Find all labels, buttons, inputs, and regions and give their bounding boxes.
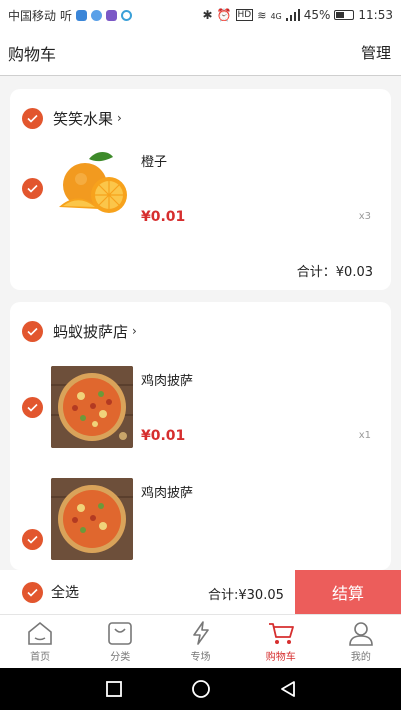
status-left: 中国移动 听 bbox=[8, 7, 133, 24]
app2-notification-icon bbox=[106, 9, 118, 21]
check-icon bbox=[27, 535, 38, 544]
checkout-button[interactable]: 结算 bbox=[295, 570, 401, 614]
cart-item: 鸡肉披萨 ¥0.01 x1 bbox=[22, 366, 377, 448]
status-bar: 中国移动 听 ✱ ⏰ HD ≋ 4G 45% 11:53 bbox=[0, 0, 401, 30]
item-quantity: x3 bbox=[358, 211, 371, 222]
item-info: 鸡肉披萨 bbox=[141, 478, 377, 560]
orange-image[interactable] bbox=[51, 147, 133, 229]
item-checkbox[interactable] bbox=[22, 528, 43, 550]
carrier-label: 中国移动 bbox=[8, 8, 57, 23]
item-name[interactable]: 橙子 bbox=[141, 151, 167, 170]
store-header: 笑笑水果 › bbox=[22, 103, 377, 133]
manage-button[interactable]: 管理 bbox=[361, 42, 391, 63]
store-card: 笑笑水果 › 橙子 ¥0.01 x3 合计：¥0.03 bbox=[10, 89, 391, 290]
item-quantity: x1 bbox=[358, 430, 371, 441]
cart-list[interactable]: 笑笑水果 › 橙子 ¥0.01 x3 合计：¥0.03 蚂蚁披萨店 › 鸡肉披萨… bbox=[0, 77, 401, 570]
network-label: 4G bbox=[270, 12, 282, 21]
store-header: 蚂蚁披萨店 › bbox=[22, 316, 377, 346]
tab-label: 专场 bbox=[190, 652, 211, 663]
recent-apps-button[interactable] bbox=[94, 669, 134, 709]
home-icon bbox=[28, 621, 52, 645]
wifi-icon: ≋ bbox=[257, 8, 267, 22]
item-price: ¥0.01 bbox=[141, 209, 186, 225]
bag-icon bbox=[108, 622, 133, 645]
tab-profile[interactable]: 我的 bbox=[321, 615, 401, 668]
lightning-icon bbox=[192, 621, 209, 645]
system-nav-bar bbox=[0, 668, 401, 710]
check-icon bbox=[27, 403, 38, 412]
app-notification-icon bbox=[76, 9, 88, 21]
cart-item: 鸡肉披萨 bbox=[22, 478, 377, 560]
item-info: 鸡肉披萨 ¥0.01 x1 bbox=[141, 366, 377, 448]
pizza-image[interactable] bbox=[51, 478, 133, 560]
square-icon bbox=[105, 681, 122, 697]
cart-item: 橙子 ¥0.01 x3 bbox=[22, 147, 377, 229]
tab-category[interactable]: 分类 bbox=[80, 615, 160, 668]
checkout-bar: 全选 合计:¥30.05 结算 bbox=[0, 570, 401, 614]
tab-label: 我的 bbox=[350, 652, 371, 663]
select-all[interactable]: 全选 bbox=[22, 581, 79, 603]
pizza-image[interactable] bbox=[51, 366, 133, 448]
battery-icon bbox=[334, 10, 355, 20]
home-button[interactable] bbox=[181, 669, 221, 709]
store-subtotal: 合计：¥0.03 bbox=[296, 265, 373, 280]
signal-icon bbox=[285, 9, 300, 21]
tab-home[interactable]: 首页 bbox=[0, 615, 80, 668]
store-name[interactable]: 蚂蚁披萨店 bbox=[53, 321, 128, 342]
store-checkbox[interactable] bbox=[22, 320, 43, 342]
check-icon bbox=[27, 327, 38, 336]
check-icon bbox=[27, 114, 38, 123]
user-icon bbox=[349, 622, 373, 646]
status-right: ✱ ⏰ HD ≋ 4G 45% 11:53 bbox=[203, 8, 394, 22]
browser-notification-icon bbox=[91, 9, 103, 21]
store-checkbox[interactable] bbox=[22, 107, 43, 129]
page-title: 购物车 bbox=[8, 44, 57, 64]
alarm-icon: ⏰ bbox=[216, 8, 232, 22]
store-card: 蚂蚁披萨店 › 鸡肉披萨 ¥0.01 x1 鸡肉披萨 bbox=[10, 302, 391, 570]
cart-icon bbox=[268, 623, 294, 644]
tab-label: 分类 bbox=[110, 652, 131, 663]
page-header: 购物车 管理 bbox=[0, 30, 401, 76]
check-icon bbox=[27, 184, 38, 193]
triangle-back-icon bbox=[280, 681, 295, 697]
item-price: ¥0.01 bbox=[141, 428, 186, 444]
item-name[interactable]: 鸡肉披萨 bbox=[141, 482, 193, 501]
tab-bar: 首页 分类 专场 购物车 我的 bbox=[0, 614, 401, 668]
circle-icon bbox=[191, 680, 210, 698]
item-checkbox[interactable] bbox=[22, 177, 43, 199]
back-button[interactable] bbox=[268, 669, 308, 709]
hd-icon: HD bbox=[235, 9, 254, 21]
item-info: 橙子 ¥0.01 x3 bbox=[141, 147, 377, 229]
select-all-checkbox[interactable] bbox=[22, 581, 43, 603]
select-all-label[interactable]: 全选 bbox=[51, 582, 79, 602]
clock: 11:53 bbox=[358, 8, 393, 22]
tab-special[interactable]: 专场 bbox=[160, 615, 240, 668]
chevron-right-icon[interactable]: › bbox=[132, 324, 137, 338]
tab-label: 购物车 bbox=[265, 652, 296, 663]
sync-notification-icon bbox=[121, 9, 133, 21]
carrier-extra-label: 听 bbox=[60, 8, 73, 23]
item-name[interactable]: 鸡肉披萨 bbox=[141, 370, 193, 389]
tab-cart[interactable]: 购物车 bbox=[241, 615, 321, 668]
battery-percent: 45% bbox=[303, 8, 331, 22]
item-checkbox[interactable] bbox=[22, 396, 43, 418]
store-name[interactable]: 笑笑水果 bbox=[53, 108, 113, 129]
cart-total: 合计:¥30.05 bbox=[208, 588, 284, 603]
chevron-right-icon[interactable]: › bbox=[117, 111, 122, 125]
tab-label: 首页 bbox=[30, 652, 51, 663]
bluetooth-icon: ✱ bbox=[202, 8, 213, 22]
check-icon bbox=[27, 588, 38, 597]
